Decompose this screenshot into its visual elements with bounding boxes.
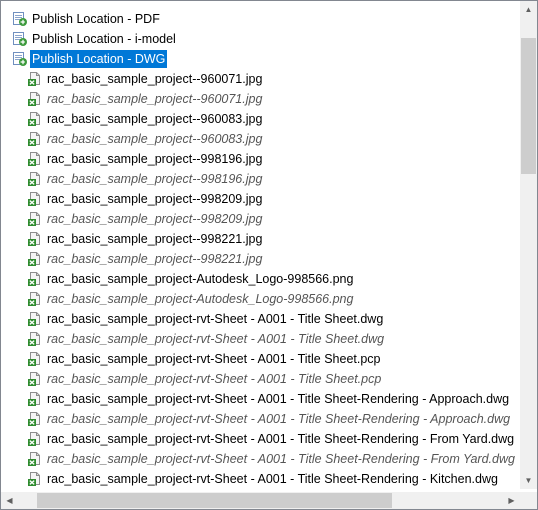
file-node[interactable]: rac_basic_sample_project-rvt-Sheet - A00… <box>27 369 383 389</box>
publish-location-label: Publish Location - PDF <box>32 12 160 26</box>
file-label: rac_basic_sample_project--998209.jpg <box>47 212 263 226</box>
file-node[interactable]: rac_basic_sample_project-Autodesk_Logo-9… <box>27 269 355 289</box>
publish-location-node[interactable]: Publish Location - DWG <box>12 49 168 69</box>
excel-file-icon <box>27 91 43 107</box>
publish-location-icon <box>12 11 28 27</box>
excel-file-icon <box>27 231 43 247</box>
vertical-scroll-thumb[interactable] <box>521 38 536 174</box>
file-label: rac_basic_sample_project-rvt-Sheet - A00… <box>47 452 515 466</box>
file-label: rac_basic_sample_project-Autodesk_Logo-9… <box>47 272 354 286</box>
file-label: rac_basic_sample_project--960083.jpg <box>47 132 263 146</box>
excel-file-icon <box>27 471 43 487</box>
excel-file-icon <box>27 411 43 427</box>
publish-location-icon <box>12 31 28 47</box>
scroll-left-icon[interactable]: ◀ <box>1 492 18 509</box>
file-node[interactable]: rac_basic_sample_project--998221.jpg <box>27 249 264 269</box>
file-node[interactable]: rac_basic_sample_project-rvt-Sheet - A00… <box>27 469 500 489</box>
publish-location-icon <box>12 51 28 67</box>
file-label: rac_basic_sample_project--998196.jpg <box>47 172 263 186</box>
excel-file-icon <box>27 131 43 147</box>
file-label: rac_basic_sample_project-rvt-Sheet - A00… <box>47 312 384 326</box>
file-label: rac_basic_sample_project-rvt-Sheet - A00… <box>47 412 511 426</box>
excel-file-icon <box>27 111 43 127</box>
file-node[interactable]: rac_basic_sample_project--960071.jpg <box>27 69 264 89</box>
publish-location-label: Publish Location - DWG <box>30 50 168 68</box>
file-label: rac_basic_sample_project--998221.jpg <box>47 232 263 246</box>
vertical-scrollbar[interactable]: ▲ ▼ <box>520 1 537 489</box>
tree-view-panel: Publish Location - PDF Publish Location -… <box>0 0 538 510</box>
publish-location-label: Publish Location - i-model <box>32 32 176 46</box>
file-label: rac_basic_sample_project--998209.jpg <box>47 192 263 206</box>
file-label: rac_basic_sample_project-rvt-Sheet - A00… <box>47 392 510 406</box>
scroll-up-icon[interactable]: ▲ <box>520 1 537 18</box>
file-node[interactable]: rac_basic_sample_project--998196.jpg <box>27 149 264 169</box>
file-node[interactable]: rac_basic_sample_project--998209.jpg <box>27 209 264 229</box>
file-node[interactable]: rac_basic_sample_project-rvt-Sheet - A00… <box>27 449 517 469</box>
file-label: rac_basic_sample_project-rvt-Sheet - A00… <box>47 472 498 486</box>
file-node[interactable]: rac_basic_sample_project-rvt-Sheet - A00… <box>27 429 516 449</box>
file-node[interactable]: rac_basic_sample_project-rvt-Sheet - A00… <box>27 309 385 329</box>
excel-file-icon <box>27 371 43 387</box>
file-node[interactable]: rac_basic_sample_project--998196.jpg <box>27 169 264 189</box>
file-node[interactable]: rac_basic_sample_project--960083.jpg <box>27 109 264 129</box>
excel-file-icon <box>27 191 43 207</box>
excel-file-icon <box>27 311 43 327</box>
file-label: rac_basic_sample_project--960071.jpg <box>47 92 263 106</box>
file-label: rac_basic_sample_project-Autodesk_Logo-9… <box>47 292 354 306</box>
file-label: rac_basic_sample_project-rvt-Sheet - A00… <box>47 432 515 446</box>
excel-file-icon <box>27 171 43 187</box>
horizontal-scroll-thumb[interactable] <box>37 493 392 508</box>
file-label: rac_basic_sample_project--960083.jpg <box>47 112 263 126</box>
excel-file-icon <box>27 211 43 227</box>
file-label: rac_basic_sample_project--960071.jpg <box>47 72 263 86</box>
publish-tree: Publish Location - PDF Publish Location -… <box>1 1 517 489</box>
excel-file-icon <box>27 151 43 167</box>
file-node[interactable]: rac_basic_sample_project-rvt-Sheet - A00… <box>27 329 386 349</box>
excel-file-icon <box>27 71 43 87</box>
file-node[interactable]: rac_basic_sample_project--960071.jpg <box>27 89 264 109</box>
file-node[interactable]: rac_basic_sample_project-Autodesk_Logo-9… <box>27 289 355 309</box>
horizontal-scrollbar[interactable]: ◀ ▶ <box>1 492 520 509</box>
excel-file-icon <box>27 431 43 447</box>
excel-file-icon <box>27 351 43 367</box>
excel-file-icon <box>27 271 43 287</box>
scrollbar-corner <box>520 492 537 509</box>
file-label: rac_basic_sample_project-rvt-Sheet - A00… <box>47 332 385 346</box>
file-label: rac_basic_sample_project--998196.jpg <box>47 152 263 166</box>
file-node[interactable]: rac_basic_sample_project-rvt-Sheet - A00… <box>27 389 511 409</box>
scroll-down-icon[interactable]: ▼ <box>520 472 537 489</box>
file-node[interactable]: rac_basic_sample_project--998209.jpg <box>27 189 264 209</box>
excel-file-icon <box>27 451 43 467</box>
scroll-right-icon[interactable]: ▶ <box>503 492 520 509</box>
file-label: rac_basic_sample_project--998221.jpg <box>47 252 263 266</box>
file-label: rac_basic_sample_project-rvt-Sheet - A00… <box>47 372 382 386</box>
file-node[interactable]: rac_basic_sample_project-rvt-Sheet - A00… <box>27 349 383 369</box>
publish-location-node[interactable]: Publish Location - i-model <box>12 29 178 49</box>
excel-file-icon <box>27 291 43 307</box>
excel-file-icon <box>27 251 43 267</box>
excel-file-icon <box>27 331 43 347</box>
file-label: rac_basic_sample_project-rvt-Sheet - A00… <box>47 352 381 366</box>
file-node[interactable]: rac_basic_sample_project--960083.jpg <box>27 129 264 149</box>
publish-location-node[interactable]: Publish Location - PDF <box>12 9 162 29</box>
excel-file-icon <box>27 391 43 407</box>
file-node[interactable]: rac_basic_sample_project-rvt-Sheet - A00… <box>27 409 512 429</box>
file-node[interactable]: rac_basic_sample_project--998221.jpg <box>27 229 264 249</box>
